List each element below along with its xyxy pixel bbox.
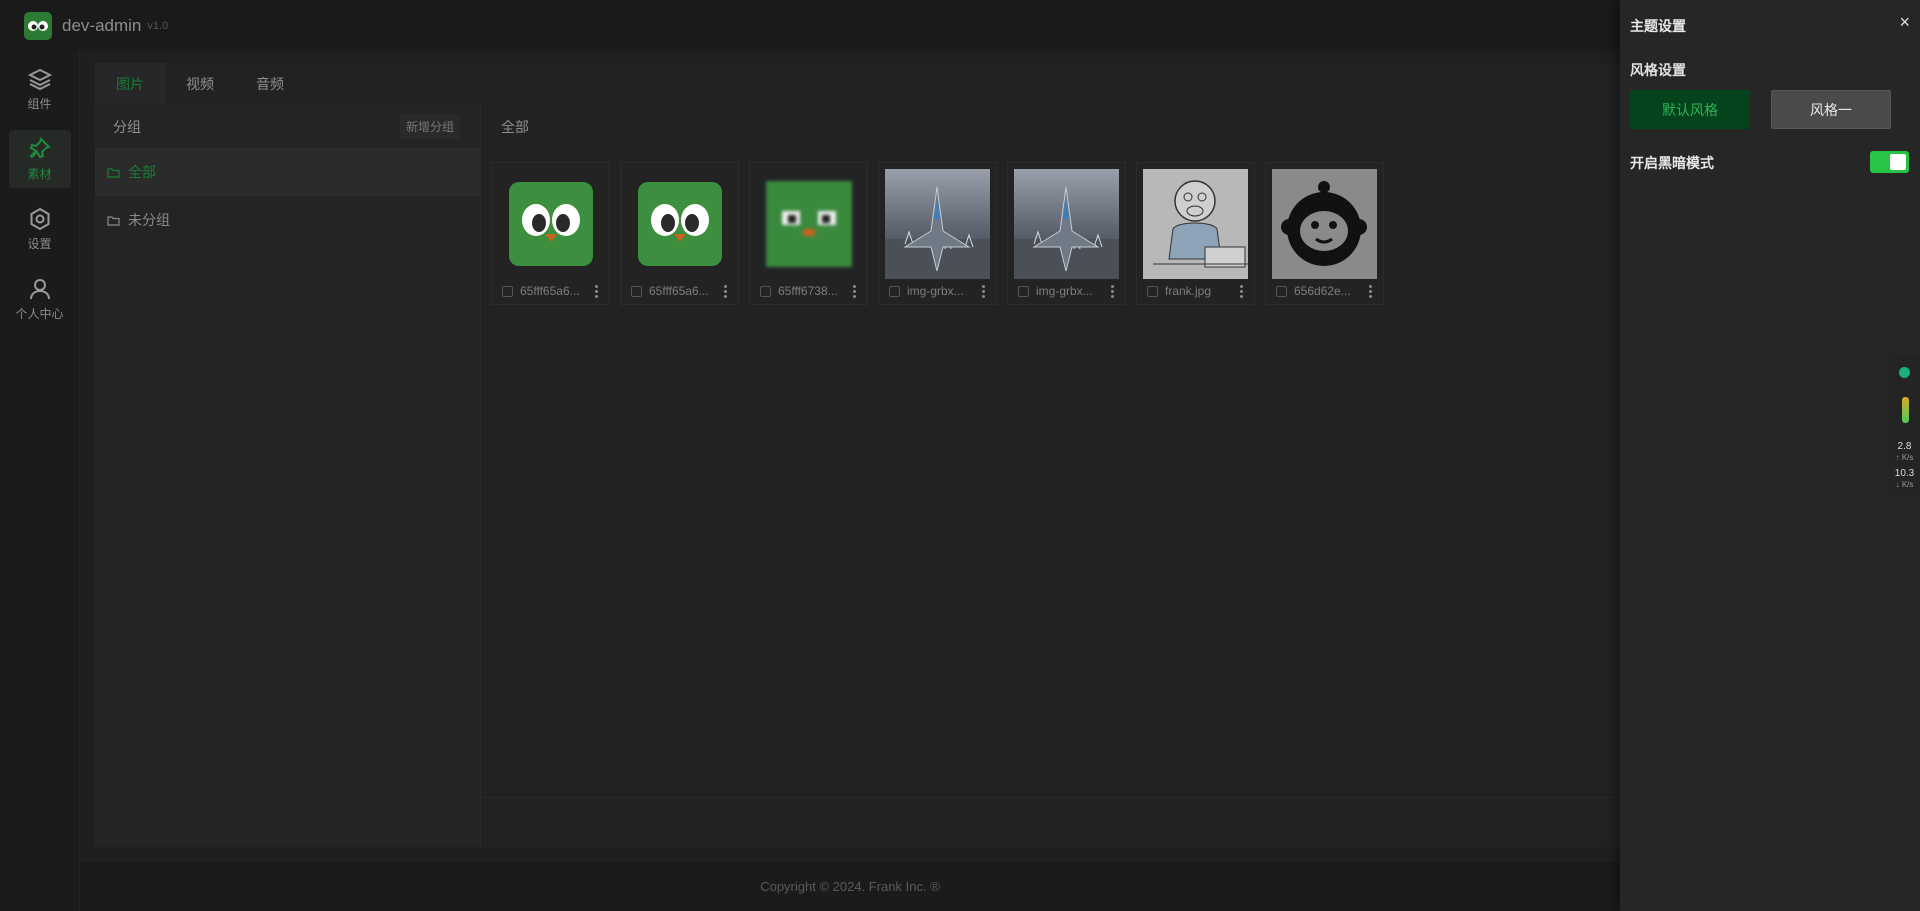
default-style-button[interactable]: 默认风格 — [1630, 90, 1750, 129]
status-dot-icon — [1899, 367, 1910, 378]
select-checkbox[interactable] — [1276, 285, 1287, 297]
image-card[interactable]: 65fff65a6... — [620, 162, 739, 305]
page-footer: Copyright © 2024. Frank Inc. ® — [80, 860, 1620, 911]
media-tabs: 图片 视频 音频 — [95, 63, 305, 105]
toggle-knob — [1890, 154, 1906, 170]
more-menu-icon[interactable] — [978, 284, 988, 299]
user-icon — [29, 278, 50, 299]
select-checkbox[interactable] — [1147, 285, 1158, 297]
top-header: dev-admin v1.0 — [0, 0, 1620, 51]
sidebar-item-profile[interactable]: 个人中心 — [9, 270, 71, 328]
file-name: img-grbx... — [907, 284, 964, 298]
image-card[interactable]: img-grbx... — [878, 162, 997, 305]
gear-icon — [30, 207, 49, 230]
sidebar-item-label: 组件 — [27, 96, 52, 111]
gallery-footer — [481, 797, 1620, 847]
image-card[interactable]: 65fff65a6... — [491, 162, 610, 305]
gallery-title: 全部 — [501, 118, 529, 135]
sidebar-item-label: 素材 — [27, 166, 52, 181]
file-name: 656d62e... — [1294, 284, 1351, 298]
select-checkbox[interactable] — [1018, 285, 1029, 297]
usage-bar — [1902, 397, 1909, 423]
close-icon[interactable]: × — [1899, 12, 1910, 33]
folder-icon — [107, 167, 120, 178]
app-logo[interactable] — [24, 11, 52, 40]
sidebar-item-label: 个人中心 — [15, 306, 64, 321]
group-panel: 分组 新增分组 全部 未分组 — [95, 105, 481, 847]
pin-icon — [29, 136, 51, 158]
style-one-button[interactable]: 风格一 — [1771, 90, 1891, 129]
image-thumbnail[interactable] — [1272, 169, 1377, 279]
drawer-title: 主题设置 — [1630, 18, 1686, 34]
more-menu-icon[interactable] — [849, 284, 859, 299]
download-speed: 10.3 — [1894, 468, 1915, 479]
group-item-label: 未分组 — [128, 212, 170, 228]
tab-audio[interactable]: 音频 — [235, 63, 305, 105]
sidebar-item-materials[interactable]: 素材 — [8, 130, 71, 188]
more-menu-icon[interactable] — [720, 284, 730, 299]
add-group-button[interactable]: 新增分组 — [399, 114, 460, 139]
file-name: 65fff65a6... — [520, 284, 580, 298]
more-menu-icon[interactable] — [1236, 284, 1246, 299]
image-card-footer: 65fff6738... — [760, 282, 859, 300]
file-name: frank.jpg — [1165, 284, 1212, 298]
image-thumbnail[interactable] — [498, 169, 603, 279]
tab-videos[interactable]: 视频 — [165, 63, 235, 105]
more-menu-icon[interactable] — [1107, 284, 1117, 299]
image-card-footer: 656d62e... — [1276, 282, 1375, 300]
tab-images[interactable]: 图片 — [95, 63, 165, 105]
image-thumbnail[interactable] — [885, 169, 990, 279]
image-thumbnail[interactable] — [1014, 169, 1119, 279]
image-card-footer: img-grbx... — [1018, 282, 1117, 300]
select-checkbox[interactable] — [760, 285, 771, 297]
gallery: 全部 65fff65a6... 65fff65a6... 65fff6738..… — [481, 105, 1620, 847]
image-card[interactable]: 65fff6738... — [749, 162, 868, 305]
more-menu-icon[interactable] — [591, 284, 601, 299]
dark-mode-label: 开启黑暗模式 — [1630, 155, 1714, 171]
image-card[interactable]: frank.jpg — [1136, 162, 1255, 305]
layers-icon — [27, 68, 52, 90]
more-menu-icon[interactable] — [1365, 284, 1375, 299]
app-name: dev-admin — [62, 15, 142, 35]
image-grid: 65fff65a6... 65fff65a6... 65fff6738... i… — [491, 162, 1394, 305]
group-item-label: 全部 — [128, 164, 156, 180]
image-thumbnail[interactable] — [627, 169, 732, 279]
app-version: v1.0 — [147, 19, 169, 32]
sidebar-item-label: 设置 — [27, 236, 52, 251]
sidebar-item-components[interactable]: 组件 — [9, 60, 71, 118]
download-unit: ↓ K/s — [1895, 480, 1914, 489]
sidebar: 组件 素材 设置 个人中心 — [0, 51, 80, 911]
upload-unit: ↑ K/s — [1895, 453, 1914, 462]
media-panel: 图片 视频 音频 分组 新增分组 全部 未分组 全部 65fff65a6... … — [95, 63, 1620, 847]
image-card-footer: 65fff65a6... — [631, 282, 730, 300]
upload-speed: 2.8 — [1897, 441, 1912, 452]
select-checkbox[interactable] — [502, 285, 513, 297]
theme-settings-drawer: 主题设置 × 风格设置 默认风格 风格一 开启黑暗模式 — [1620, 0, 1920, 911]
group-item-ungrouped[interactable]: 未分组 — [95, 196, 480, 244]
select-checkbox[interactable] — [631, 285, 642, 297]
sidebar-item-settings[interactable]: 设置 — [9, 200, 71, 258]
file-name: 65fff6738... — [778, 284, 838, 298]
image-card-footer: 65fff65a6... — [502, 282, 601, 300]
file-name: img-grbx... — [1036, 284, 1093, 298]
image-thumbnail[interactable] — [1143, 169, 1248, 279]
group-item-all[interactable]: 全部 — [95, 148, 480, 196]
file-name: 65fff65a6... — [649, 284, 709, 298]
copyright-text: Copyright © 2024. Frank Inc. ® — [760, 878, 940, 894]
main-content: 图片 视频 音频 分组 新增分组 全部 未分组 全部 65fff65a6... … — [80, 51, 1620, 860]
network-monitor-widget[interactable]: 2.8 ↑ K/s 10.3 ↓ K/s — [1889, 355, 1920, 495]
group-header: 分组 新增分组 — [95, 105, 480, 148]
dark-mode-toggle[interactable] — [1870, 151, 1909, 173]
image-card[interactable]: img-grbx... — [1007, 162, 1126, 305]
image-thumbnail[interactable] — [756, 169, 861, 279]
select-checkbox[interactable] — [889, 285, 900, 297]
image-card[interactable]: 656d62e... — [1265, 162, 1384, 305]
image-card-footer: frank.jpg — [1147, 282, 1246, 300]
folder-icon — [107, 215, 120, 226]
group-title: 分组 — [113, 118, 141, 135]
style-section-title: 风格设置 — [1630, 62, 1686, 78]
image-card-footer: img-grbx... — [889, 282, 988, 300]
